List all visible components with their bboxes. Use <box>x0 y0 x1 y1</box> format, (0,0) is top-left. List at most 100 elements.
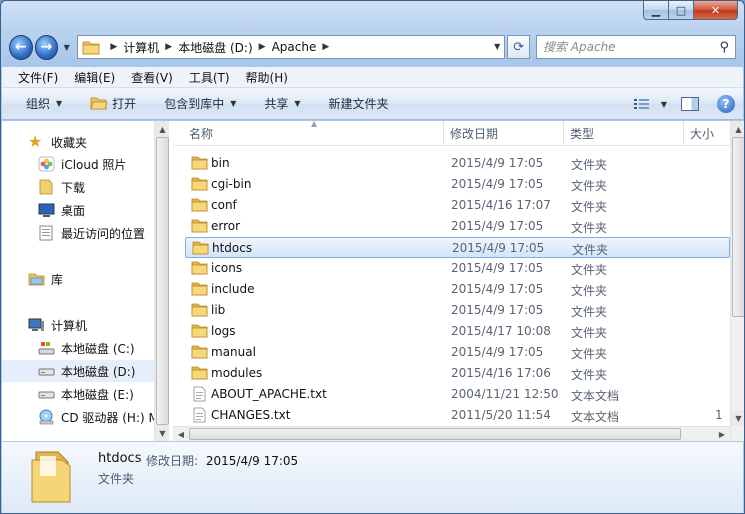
open-label: 打开 <box>112 97 137 111</box>
nav-drive-c[interactable]: 本地磁盘 (C:) <box>2 337 154 359</box>
include-library-button[interactable]: 包含到库中 ▼ <box>164 95 236 112</box>
file-list-vscrollbar[interactable]: ▲ ▼ <box>730 121 744 441</box>
details-name: htdocs <box>98 451 142 466</box>
chevron-down-icon: ▼ <box>56 99 63 108</box>
chevron-down-icon: ▼ <box>294 99 301 108</box>
address-dropdown-icon[interactable]: ▼ <box>494 42 500 51</box>
back-arrow-icon[interactable]: ← <box>9 34 33 60</box>
menu-file[interactable]: 文件(F) <box>18 69 58 86</box>
file-type: 文件夹 <box>571 158 608 172</box>
file-list-hscrollbar[interactable]: ◀ ▶ <box>173 426 730 441</box>
chevron-down-icon: ▼ <box>230 99 237 108</box>
navigation-pane: ★ 收藏夹 iCloud 照片 下载 桌面 最近访问的位置 库 计算机 本地磁盘… <box>2 121 154 441</box>
file-row[interactable]: include 2015/4/9 17:05 文件夹 <box>185 279 730 300</box>
file-type: 文件夹 <box>572 243 609 257</box>
file-row[interactable]: logs 2015/4/17 10:08 文件夹 <box>185 321 730 342</box>
command-bar: 组织 ▼ 打开 包含到库中 ▼ 共享 ▼ 新建文件夹 ▼ ? <box>2 88 743 120</box>
nav-drive-d[interactable]: 本地磁盘 (D:) <box>2 360 154 382</box>
folder-icon <box>82 41 100 55</box>
nav-recent-places[interactable]: 最近访问的位置 <box>2 222 154 244</box>
close-button[interactable]: ✕ <box>694 1 738 20</box>
view-options-icon[interactable] <box>633 97 651 111</box>
history-dropdown-icon[interactable]: ▼ <box>60 43 73 52</box>
organize-label: 组织 <box>26 97 51 111</box>
file-modified: 2015/4/9 17:05 <box>451 261 544 275</box>
breadcrumb-computer[interactable]: 计算机 <box>123 39 159 56</box>
menu-view[interactable]: 查看(V) <box>131 69 173 86</box>
breadcrumb-apache[interactable]: Apache <box>272 40 317 54</box>
scroll-right-icon[interactable]: ▶ <box>714 427 730 442</box>
minimize-button[interactable]: ▁ <box>643 1 669 20</box>
file-row[interactable]: modules 2015/4/16 17:06 文件夹 <box>185 363 730 384</box>
maximize-button[interactable]: □ <box>669 1 694 20</box>
file-modified: 2004/11/21 12:50 <box>451 387 559 401</box>
file-row[interactable]: conf 2015/4/16 17:07 文件夹 <box>185 195 730 216</box>
new-folder-button[interactable]: 新建文件夹 <box>329 95 389 112</box>
file-modified: 2015/4/17 10:08 <box>451 324 551 338</box>
forward-arrow-icon[interactable]: → <box>34 34 59 60</box>
breadcrumb-separator[interactable]: ▶ <box>259 42 266 52</box>
file-row[interactable]: error 2015/4/9 17:05 文件夹 <box>185 216 730 237</box>
preview-pane-icon[interactable] <box>681 97 699 111</box>
nav-libraries[interactable]: 库 <box>2 268 154 290</box>
column-modified[interactable]: 修改日期 <box>444 121 564 146</box>
menu-tools[interactable]: 工具(T) <box>189 69 230 86</box>
file-row[interactable]: CHANGES.txt 2011/5/20 11:54 文本文档 1 <box>185 405 730 426</box>
file-name: manual <box>211 345 256 359</box>
open-button[interactable]: 打开 <box>90 95 136 112</box>
details-modified-label: 修改日期: <box>146 454 199 468</box>
nav-downloads[interactable]: 下载 <box>2 176 154 198</box>
menu-help[interactable]: 帮助(H) <box>246 69 288 86</box>
view-dropdown-icon[interactable]: ▼ <box>661 100 667 109</box>
scroll-thumb[interactable] <box>732 137 744 317</box>
file-row[interactable]: ABOUT_APACHE.txt 2004/11/21 12:50 文本文档 <box>185 384 730 405</box>
nav-desktop[interactable]: 桌面 <box>2 199 154 221</box>
scroll-thumb[interactable] <box>189 428 681 440</box>
organize-button[interactable]: 组织 ▼ <box>26 95 62 112</box>
system-drive-icon <box>38 342 55 355</box>
file-modified: 2015/4/9 17:05 <box>451 303 544 317</box>
address-bar[interactable]: ▶ 计算机 ▶ 本地磁盘 (D:) ▶ Apache ▶ ▼ <box>77 35 506 59</box>
scroll-up-icon[interactable]: ▲ <box>731 121 744 137</box>
scroll-left-icon[interactable]: ◀ <box>173 427 189 442</box>
scroll-thumb[interactable] <box>156 137 169 425</box>
search-input[interactable] <box>542 40 693 54</box>
refresh-icon[interactable]: ⟳ <box>507 35 530 59</box>
file-modified: 2015/4/9 17:05 <box>451 282 544 296</box>
menu-edit[interactable]: 编辑(E) <box>74 69 115 86</box>
nav-scrollbar[interactable]: ▲ ▼ <box>154 121 170 441</box>
file-row[interactable]: icons 2015/4/9 17:05 文件夹 <box>185 258 730 279</box>
explorer-window: ▁ □ ✕ ← → ▼ ▶ 计算机 ▶ 本地磁盘 (D:) ▶ Apache ▶… <box>0 0 745 514</box>
scroll-down-icon[interactable]: ▼ <box>731 410 744 426</box>
help-icon[interactable]: ? <box>717 95 735 113</box>
breadcrumb-separator[interactable]: ▶ <box>110 42 117 52</box>
file-row[interactable]: bin 2015/4/9 17:05 文件夹 <box>185 153 730 174</box>
file-name: lib <box>211 303 226 317</box>
share-button[interactable]: 共享 ▼ <box>264 95 300 112</box>
file-row[interactable]: lib 2015/4/9 17:05 文件夹 <box>185 300 730 321</box>
file-row[interactable]: cgi-bin 2015/4/9 17:05 文件夹 <box>185 174 730 195</box>
column-name[interactable]: 名称 <box>173 121 444 146</box>
breadcrumb-separator[interactable]: ▶ <box>322 42 329 52</box>
nav-computer[interactable]: 计算机 <box>2 314 154 336</box>
file-row[interactable]: manual 2015/4/9 17:05 文件夹 <box>185 342 730 363</box>
file-name: include <box>211 282 255 296</box>
search-box[interactable]: ⚲ <box>535 35 736 59</box>
breadcrumb-separator[interactable]: ▶ <box>165 42 172 52</box>
scroll-up-icon[interactable]: ▲ <box>155 121 170 137</box>
file-type: 文件夹 <box>571 368 608 382</box>
column-type[interactable]: 类型 <box>564 121 684 146</box>
file-name: ABOUT_APACHE.txt <box>211 387 327 401</box>
search-icon[interactable]: ⚲ <box>719 40 729 55</box>
file-list: 名称 ▲ 修改日期 类型 大小 bin 2015/4/9 17:05 文件夹 cgi-… <box>173 121 730 426</box>
file-row[interactable]: htdocs 2015/4/9 17:05 文件夹 <box>185 237 730 258</box>
column-label: 类型 <box>570 127 595 141</box>
breadcrumb-drive-d[interactable]: 本地磁盘 (D:) <box>178 39 252 56</box>
nav-favorites[interactable]: ★ 收藏夹 <box>2 131 154 153</box>
nav-drive-e[interactable]: 本地磁盘 (E:) <box>2 383 154 405</box>
nav-icloud-photos[interactable]: iCloud 照片 <box>2 153 154 175</box>
text-file-icon <box>193 386 206 402</box>
scroll-down-icon[interactable]: ▼ <box>155 425 170 441</box>
column-size[interactable]: 大小 <box>684 121 730 146</box>
nav-cd-drive[interactable]: CD 驱动器 (H:) M <box>2 406 154 428</box>
